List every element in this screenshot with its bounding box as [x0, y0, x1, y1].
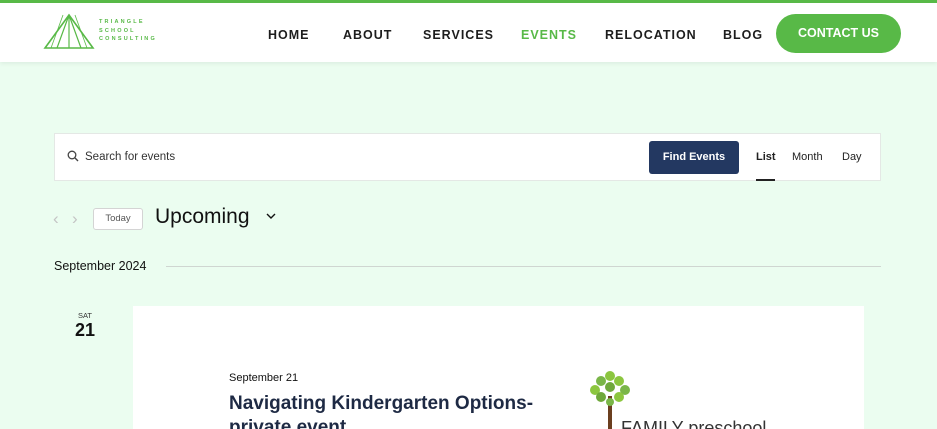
- today-button[interactable]: Today: [93, 208, 143, 230]
- nav-home[interactable]: HOME: [268, 28, 310, 42]
- site-logo[interactable]: TRIANGLE SCHOOL CONSULTING: [43, 13, 183, 53]
- view-list-tab[interactable]: List: [756, 151, 776, 163]
- chevron-right-icon[interactable]: ›: [72, 210, 78, 227]
- site-header: TRIANGLE SCHOOL CONSULTING HOME ABOUT SE…: [0, 0, 937, 62]
- search-input[interactable]: [85, 147, 485, 167]
- event-day-of-week: SAT: [77, 311, 93, 320]
- chevron-left-icon[interactable]: ‹: [53, 210, 59, 227]
- event-title-link[interactable]: Navigating Kindergarten Options-private …: [229, 392, 569, 429]
- nav-services[interactable]: SERVICES: [423, 28, 494, 42]
- event-search-bar: Find Events List Month Day: [54, 133, 881, 181]
- find-events-button[interactable]: Find Events: [649, 141, 739, 174]
- triangle-logo-icon: [43, 13, 95, 49]
- contact-us-button[interactable]: CONTACT US: [776, 14, 901, 53]
- nav-events[interactable]: EVENTS: [521, 28, 577, 42]
- month-divider: [166, 266, 881, 267]
- event-featured-image[interactable]: FAMILY preschool: [583, 366, 783, 429]
- logo-line: SCHOOL: [99, 27, 136, 34]
- nav-relocation[interactable]: RELOCATION: [605, 28, 697, 42]
- view-month-tab[interactable]: Month: [792, 151, 823, 163]
- nav-about[interactable]: ABOUT: [343, 28, 392, 42]
- logo-line: CONSULTING: [99, 36, 157, 42]
- event-image-caption: FAMILY preschool: [621, 418, 767, 429]
- date-range-selector[interactable]: Upcoming: [155, 205, 250, 229]
- nav-blog[interactable]: BLOG: [723, 28, 763, 42]
- logo-wordmark: TRIANGLE SCHOOL CONSULTING: [99, 18, 157, 44]
- logo-line: TRIANGLE: [99, 19, 145, 25]
- active-view-indicator: [756, 179, 775, 181]
- event-date: September 21: [229, 372, 299, 384]
- search-icon: [67, 150, 79, 162]
- chevron-down-icon[interactable]: [266, 212, 276, 220]
- event-day-number: 21: [74, 320, 96, 340]
- event-card[interactable]: September 21 Navigating Kindergarten Opt…: [133, 306, 864, 429]
- month-separator-label: September 2024: [54, 259, 147, 273]
- view-day-tab[interactable]: Day: [842, 151, 862, 163]
